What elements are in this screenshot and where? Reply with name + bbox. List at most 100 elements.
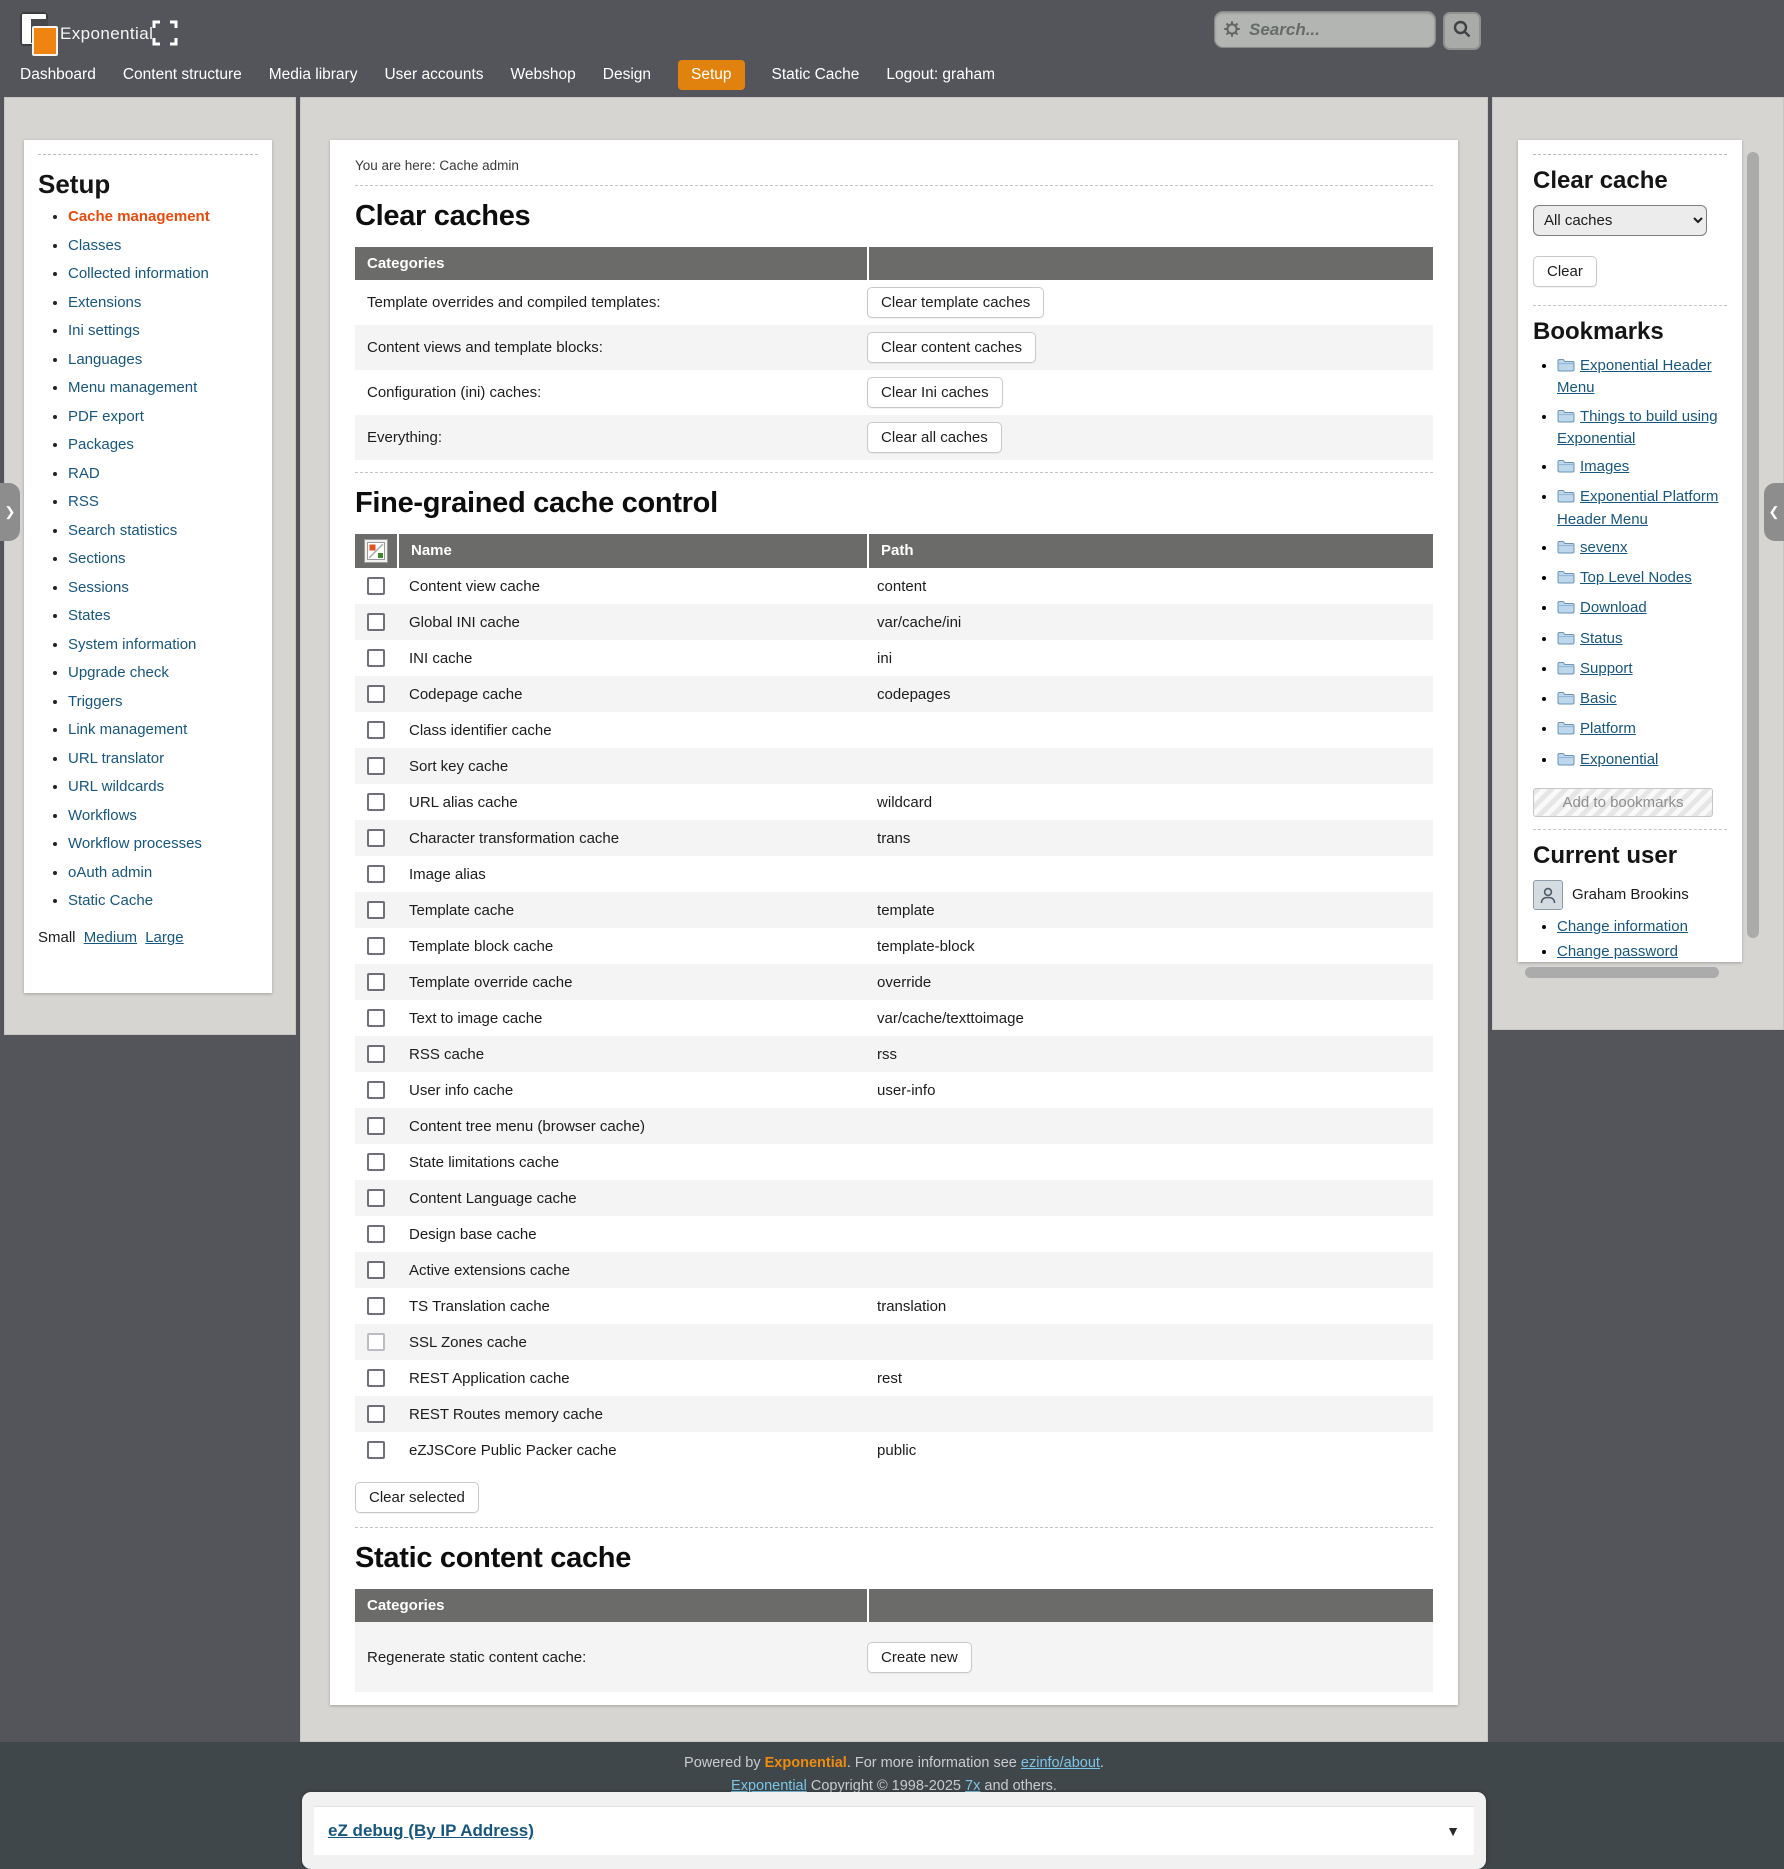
button-clear-template-caches[interactable]: Clear template caches	[867, 287, 1044, 318]
bookmark-link-sevenx[interactable]: sevenx	[1580, 539, 1628, 556]
checkbox-content-tree-menu-browser-cache[interactable]	[367, 1117, 385, 1135]
checkbox-class-identifier-cache[interactable]	[367, 721, 385, 739]
clear-cache-scope-select[interactable]: All caches	[1533, 205, 1707, 236]
bookmark-link-download[interactable]: Download	[1580, 599, 1647, 616]
checkbox-template-override-cache[interactable]	[367, 973, 385, 991]
sidebar-link-sections[interactable]: Sections	[68, 550, 126, 567]
bookmark-link-things-to-build-using-exponential[interactable]: Things to build using Exponential	[1557, 408, 1718, 447]
bookmark-link-exponential-platform-header-menu[interactable]: Exponential Platform Header Menu	[1557, 488, 1718, 527]
sidebar-link-sessions[interactable]: Sessions	[68, 579, 129, 596]
sidebar-link-cache-management[interactable]: Cache management	[68, 208, 210, 225]
clear-selected-button[interactable]: Clear selected	[355, 1482, 479, 1513]
sidebar-link-rad[interactable]: RAD	[68, 465, 100, 482]
button-clear-ini-caches[interactable]: Clear Ini caches	[867, 377, 1003, 408]
checkbox-active-extensions-cache[interactable]	[367, 1261, 385, 1279]
checkbox-ezjscore-public-packer-cache[interactable]	[367, 1441, 385, 1459]
bookmark-link-exponential[interactable]: Exponential	[1580, 751, 1658, 768]
checkbox-text-to-image-cache[interactable]	[367, 1009, 385, 1027]
right-sidebar-vertical-scrollbar[interactable]	[1747, 152, 1759, 938]
cache-name: User info cache	[397, 1082, 865, 1099]
checkbox-rss-cache[interactable]	[367, 1045, 385, 1063]
button-create-new[interactable]: Create new	[867, 1642, 972, 1673]
path-column-header: Path	[869, 534, 1433, 568]
nav-item-logout-graham[interactable]: Logout: graham	[886, 66, 995, 84]
bookmark-link-status[interactable]: Status	[1580, 630, 1623, 647]
bookmark-item-images: Images	[1557, 457, 1727, 479]
checkbox-content-view-cache[interactable]	[367, 577, 385, 595]
sidebar-link-rss[interactable]: RSS	[68, 493, 99, 510]
bookmark-link-top-level-nodes[interactable]: Top Level Nodes	[1580, 569, 1692, 586]
sidebar-link-oauth-admin[interactable]: oAuth admin	[68, 864, 152, 881]
checkbox-template-cache[interactable]	[367, 901, 385, 919]
nav-item-content-structure[interactable]: Content structure	[123, 66, 242, 84]
sidebar-link-classes[interactable]: Classes	[68, 237, 121, 254]
nav-item-design[interactable]: Design	[603, 66, 651, 84]
sidebar-link-static-cache[interactable]: Static Cache	[68, 892, 153, 909]
sidebar-link-triggers[interactable]: Triggers	[68, 693, 122, 710]
checkbox-image-alias[interactable]	[367, 865, 385, 883]
size-link-large[interactable]: Large	[145, 929, 183, 946]
nav-item-setup[interactable]: Setup	[678, 60, 745, 90]
nav-item-static-cache[interactable]: Static Cache	[772, 66, 860, 84]
checkbox-user-info-cache[interactable]	[367, 1081, 385, 1099]
nav-item-media-library[interactable]: Media library	[269, 66, 358, 84]
sidebar-link-packages[interactable]: Packages	[68, 436, 134, 453]
invert-selection-icon[interactable]	[364, 539, 388, 563]
bookmark-link-basic[interactable]: Basic	[1580, 690, 1617, 707]
right-panel-collapse-tab[interactable]: ❮	[1764, 483, 1784, 541]
debug-title-link[interactable]: eZ debug (By IP Address)	[328, 1821, 534, 1841]
checkbox-design-base-cache[interactable]	[367, 1225, 385, 1243]
sidebar-link-url-translator[interactable]: URL translator	[68, 750, 164, 767]
checkbox-content-language-cache[interactable]	[367, 1189, 385, 1207]
checkbox-url-alias-cache[interactable]	[367, 793, 385, 811]
sidebar-link-search-statistics[interactable]: Search statistics	[68, 522, 177, 539]
sidebar-link-workflow-processes[interactable]: Workflow processes	[68, 835, 202, 852]
checkbox-template-block-cache[interactable]	[367, 937, 385, 955]
link-change-information[interactable]: Change information	[1557, 918, 1688, 935]
button-clear-content-caches[interactable]: Clear content caches	[867, 332, 1036, 363]
sidebar-link-languages[interactable]: Languages	[68, 351, 142, 368]
bookmark-link-exponential-header-menu[interactable]: Exponential Header Menu	[1557, 357, 1712, 396]
debug-collapse-icon[interactable]: ▼	[1446, 1823, 1460, 1839]
checkbox-ini-cache[interactable]	[367, 649, 385, 667]
checkbox-rest-application-cache[interactable]	[367, 1369, 385, 1387]
clear-cache-button[interactable]: Clear	[1533, 256, 1597, 287]
left-panel-collapse-tab[interactable]: ❯	[0, 483, 20, 541]
sidebar-link-ini-settings[interactable]: Ini settings	[68, 322, 140, 339]
sidebar-item-workflows: Workflows	[68, 807, 258, 824]
sidebar-link-menu-management[interactable]: Menu management	[68, 379, 197, 396]
checkbox-state-limitations-cache[interactable]	[367, 1153, 385, 1171]
sidebar-link-link-management[interactable]: Link management	[68, 721, 187, 738]
link-change-password[interactable]: Change password	[1557, 943, 1678, 960]
checkbox-rest-routes-memory-cache[interactable]	[367, 1405, 385, 1423]
bookmark-link-support[interactable]: Support	[1580, 660, 1633, 677]
bookmark-link-images[interactable]: Images	[1580, 458, 1629, 475]
checkbox-character-transformation-cache[interactable]	[367, 829, 385, 847]
sidebar-link-states[interactable]: States	[68, 607, 111, 624]
checkbox-codepage-cache[interactable]	[367, 685, 385, 703]
sidebar-link-extensions[interactable]: Extensions	[68, 294, 141, 311]
nav-item-webshop[interactable]: Webshop	[511, 66, 576, 84]
sidebar-link-system-information[interactable]: System information	[68, 636, 196, 653]
search-button[interactable]	[1443, 12, 1481, 50]
button-clear-all-caches[interactable]: Clear all caches	[867, 422, 1002, 453]
footer-text-segment: .	[1100, 1755, 1104, 1771]
sidebar-link-url-wildcards[interactable]: URL wildcards	[68, 778, 164, 795]
right-sidebar-horizontal-scrollbar[interactable]	[1525, 967, 1719, 978]
search-input[interactable]	[1214, 11, 1436, 48]
sidebar-link-pdf-export[interactable]: PDF export	[68, 408, 144, 425]
checkbox-sort-key-cache[interactable]	[367, 757, 385, 775]
checkbox-global-ini-cache[interactable]	[367, 613, 385, 631]
nav-item-dashboard[interactable]: Dashboard	[20, 66, 96, 84]
nav-item-user-accounts[interactable]: User accounts	[384, 66, 483, 84]
sidebar-link-collected-information[interactable]: Collected information	[68, 265, 209, 282]
fullscreen-icon[interactable]	[152, 20, 178, 46]
checkbox-ts-translation-cache[interactable]	[367, 1297, 385, 1315]
sidebar-link-workflows[interactable]: Workflows	[68, 807, 137, 824]
sidebar-link-upgrade-check[interactable]: Upgrade check	[68, 664, 169, 681]
size-link-medium[interactable]: Medium	[84, 929, 137, 946]
cache-path: var/cache/ini	[865, 614, 1433, 631]
footer-link-ezinfo-about[interactable]: ezinfo/about	[1021, 1755, 1100, 1771]
bookmark-link-platform[interactable]: Platform	[1580, 720, 1636, 737]
sidebar-item-collected-information: Collected information	[68, 265, 258, 282]
